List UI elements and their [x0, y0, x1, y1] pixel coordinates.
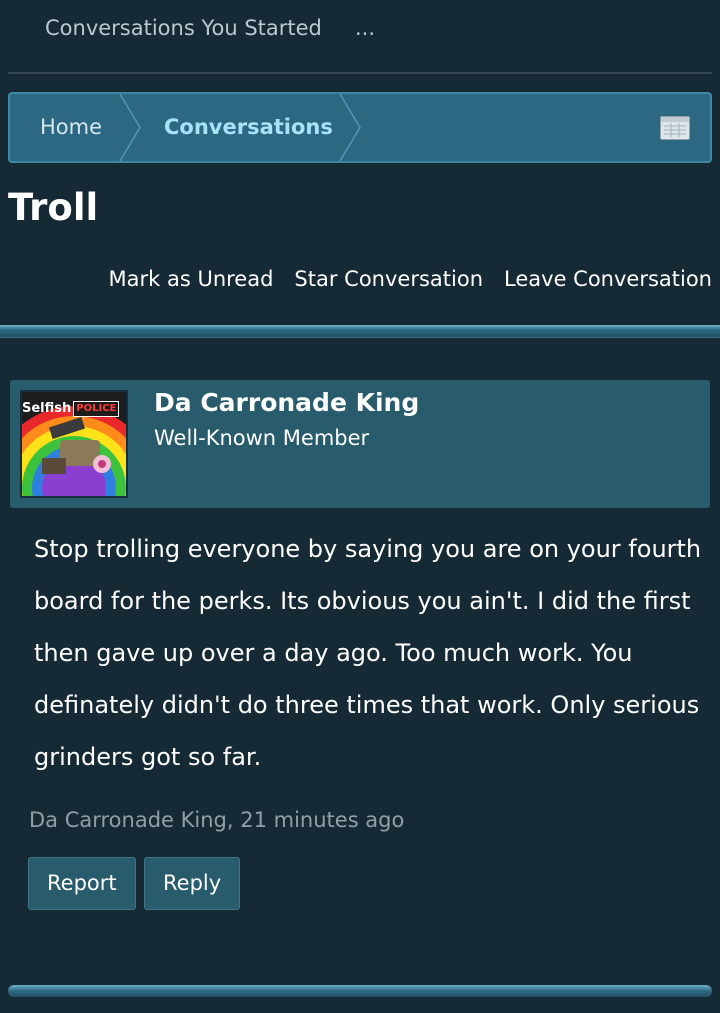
jump-menu-icon[interactable]: [660, 116, 690, 140]
message-body: Stop trolling everyone by saying you are…: [34, 535, 702, 771]
section-separator-bottom: [8, 985, 712, 997]
mark-unread-link[interactable]: Mark as Unread: [109, 267, 274, 291]
breadcrumb-conversations[interactable]: Conversations: [164, 94, 333, 161]
author-name[interactable]: Da Carronade King: [154, 388, 419, 417]
message-user-info: Selfish POLICE Da Carronade King Well-Kn…: [10, 380, 710, 508]
avatar[interactable]: Selfish POLICE: [20, 390, 128, 498]
report-button[interactable]: Report: [28, 857, 136, 910]
top-nav: Conversations You Started ...: [0, 0, 720, 64]
chevron-right-icon: [338, 94, 362, 161]
breadcrumb: Home Conversations: [8, 92, 712, 163]
section-separator: [0, 325, 720, 338]
chevron-right-icon: [118, 94, 142, 161]
more-menu-link[interactable]: ...: [355, 16, 375, 40]
divider: [8, 72, 712, 74]
conversations-you-started-link[interactable]: Conversations You Started: [45, 16, 322, 40]
reply-button[interactable]: Reply: [144, 857, 241, 910]
star-conversation-link[interactable]: Star Conversation: [294, 267, 483, 291]
conversation-actions: Mark as Unread Star Conversation Leave C…: [109, 267, 713, 291]
avatar-caption: Selfish POLICE: [22, 401, 126, 417]
page-title: Troll: [8, 186, 99, 229]
leave-conversation-link[interactable]: Leave Conversation: [504, 267, 712, 291]
author-title: Well-Known Member: [154, 426, 370, 450]
message-meta[interactable]: Da Carronade King, 21 minutes ago: [29, 808, 404, 832]
breadcrumb-home[interactable]: Home: [40, 94, 102, 161]
